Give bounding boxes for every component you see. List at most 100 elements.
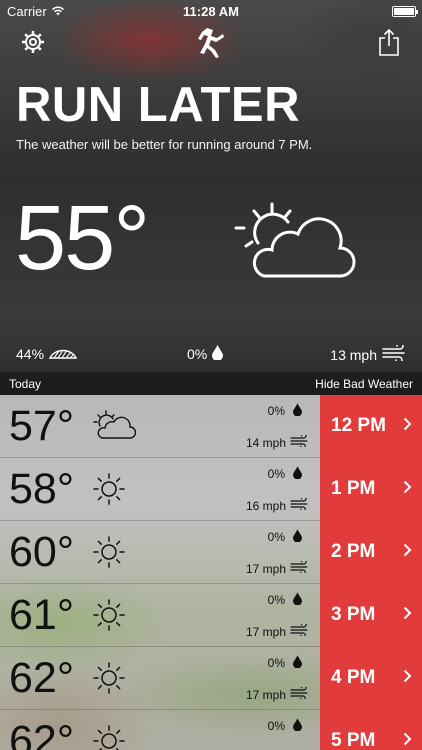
- hourly-row-info: 62° 0% 17 mph: [0, 647, 320, 710]
- hourly-wind-value: 16 mph: [245, 498, 286, 513]
- hourly-precipitation: 0%: [268, 403, 302, 419]
- precipitation-stat: 0%: [187, 345, 224, 363]
- chevron-right-icon: [403, 480, 412, 499]
- wind-value: 13 mph: [330, 346, 377, 363]
- app-logo: [195, 26, 227, 63]
- hourly-wind: 17 mph: [245, 684, 310, 702]
- hourly-wind-value: 17 mph: [245, 561, 286, 576]
- wind-icon: [290, 684, 310, 702]
- raindrop-icon: [293, 655, 302, 671]
- hourly-row-info: 61° 0% 17 mph: [0, 584, 320, 647]
- runner-logo-icon: [197, 26, 225, 63]
- sun-icon: [92, 724, 126, 750]
- wind-icon: [290, 495, 310, 513]
- hourly-precipitation: 0%: [268, 655, 302, 671]
- hour-label: 12 PM: [331, 415, 386, 436]
- wind-icon: [382, 342, 408, 364]
- run-recommendation-title: RUN LATER: [16, 78, 300, 132]
- hourly-wind: 16 mph: [245, 495, 310, 513]
- humidity-stat: 44%: [16, 345, 78, 362]
- hourly-precipitation-value: 0%: [267, 404, 285, 418]
- hourly-wind-value: 17 mph: [245, 687, 286, 702]
- share-button[interactable]: [373, 28, 405, 60]
- humidity-icon: [48, 345, 78, 362]
- run-recommendation-subtitle: The weather will be better for running a…: [16, 137, 313, 152]
- hourly-row-info: 58° 0% 16 mph: [0, 458, 320, 521]
- battery-icon: [392, 5, 418, 17]
- hourly-precipitation-value: 0%: [267, 656, 285, 670]
- current-temperature: 55°: [15, 187, 150, 289]
- chevron-right-icon: [403, 543, 412, 562]
- today-label: Today: [9, 376, 42, 391]
- chevron-right-icon: [403, 732, 412, 750]
- hourly-precipitation: 0%: [268, 718, 302, 734]
- settings-button[interactable]: [17, 28, 49, 60]
- wind-icon: [290, 621, 310, 639]
- raindrop-icon: [293, 529, 302, 545]
- hour-select-button[interactable]: 12 PM: [320, 395, 422, 458]
- hourly-forecast-list: 57° 0% 14 mph 12 PM 58° 0% 16 mph 1 PM 6…: [0, 395, 422, 750]
- current-stats: 44% 0% 13 mph: [0, 342, 422, 367]
- hourly-row-info: 57° 0% 14 mph: [0, 395, 320, 458]
- sun-icon: [92, 535, 126, 574]
- today-section-header: Today Hide Bad Weather: [0, 372, 422, 395]
- hourly-wind: 17 mph: [245, 558, 310, 576]
- hourly-temperature: 62°: [9, 717, 75, 750]
- wind-stat: 13 mph: [330, 342, 408, 364]
- hourly-precipitation-value: 0%: [267, 593, 285, 607]
- hour-label: 2 PM: [331, 541, 376, 562]
- hourly-row[interactable]: 61° 0% 17 mph 3 PM: [0, 584, 422, 647]
- raindrop-icon: [293, 718, 302, 734]
- hourly-precipitation-value: 0%: [267, 530, 285, 544]
- hourly-precipitation: 0%: [268, 592, 302, 608]
- hourly-row[interactable]: 58° 0% 16 mph 1 PM: [0, 458, 422, 521]
- hourly-temperature: 58°: [9, 465, 75, 513]
- share-icon: [378, 28, 400, 61]
- hour-label: 1 PM: [331, 478, 376, 499]
- sun-icon: [92, 472, 126, 511]
- raindrop-icon: [212, 345, 224, 363]
- sun-icon: [92, 661, 126, 700]
- precipitation-value: 0%: [187, 346, 208, 362]
- hour-select-button[interactable]: 5 PM: [320, 710, 422, 750]
- hide-bad-weather-button[interactable]: Hide Bad Weather: [315, 377, 413, 391]
- hour-label: 4 PM: [331, 667, 376, 688]
- hour-select-button[interactable]: 2 PM: [320, 521, 422, 584]
- chevron-right-icon: [403, 669, 412, 688]
- hourly-row[interactable]: 62° 0% 17 mph 4 PM: [0, 647, 422, 710]
- hourly-wind-value: 14 mph: [245, 435, 286, 450]
- hourly-row[interactable]: 57° 0% 14 mph 12 PM: [0, 395, 422, 458]
- hourly-wind-value: 17 mph: [245, 624, 286, 639]
- hour-select-button[interactable]: 3 PM: [320, 584, 422, 647]
- wind-icon: [290, 558, 310, 576]
- hourly-temperature: 62°: [9, 654, 75, 702]
- hourly-precipitation: 0%: [268, 466, 302, 482]
- hour-label: 5 PM: [331, 730, 376, 750]
- hourly-row[interactable]: 62° 0% 5 PM: [0, 710, 422, 750]
- hour-select-button[interactable]: 4 PM: [320, 647, 422, 710]
- hourly-temperature: 57°: [9, 402, 75, 450]
- hourly-precipitation-value: 0%: [267, 467, 285, 481]
- hourly-temperature: 60°: [9, 528, 75, 576]
- hourly-precipitation: 0%: [268, 529, 302, 545]
- humidity-value: 44%: [16, 345, 45, 362]
- raindrop-icon: [293, 466, 302, 482]
- raindrop-icon: [293, 592, 302, 608]
- gear-icon: [21, 30, 45, 59]
- raindrop-icon: [293, 403, 302, 419]
- chevron-right-icon: [403, 606, 412, 625]
- hour-label: 3 PM: [331, 604, 376, 625]
- hourly-wind: 14 mph: [245, 432, 310, 450]
- hourly-row-info: 60° 0% 17 mph: [0, 521, 320, 584]
- clock: 11:28 AM: [183, 4, 239, 19]
- partly-cloudy-icon: [232, 198, 357, 288]
- partly-cloudy-icon: [92, 409, 137, 446]
- status-bar: Carrier 11:28 AM: [0, 0, 422, 22]
- sun-icon: [92, 598, 126, 637]
- hourly-row[interactable]: 60° 0% 17 mph 2 PM: [0, 521, 422, 584]
- wind-icon: [290, 432, 310, 450]
- hourly-temperature: 61°: [9, 591, 75, 639]
- chevron-right-icon: [403, 417, 412, 436]
- hourly-precipitation-value: 0%: [267, 719, 285, 733]
- hour-select-button[interactable]: 1 PM: [320, 458, 422, 521]
